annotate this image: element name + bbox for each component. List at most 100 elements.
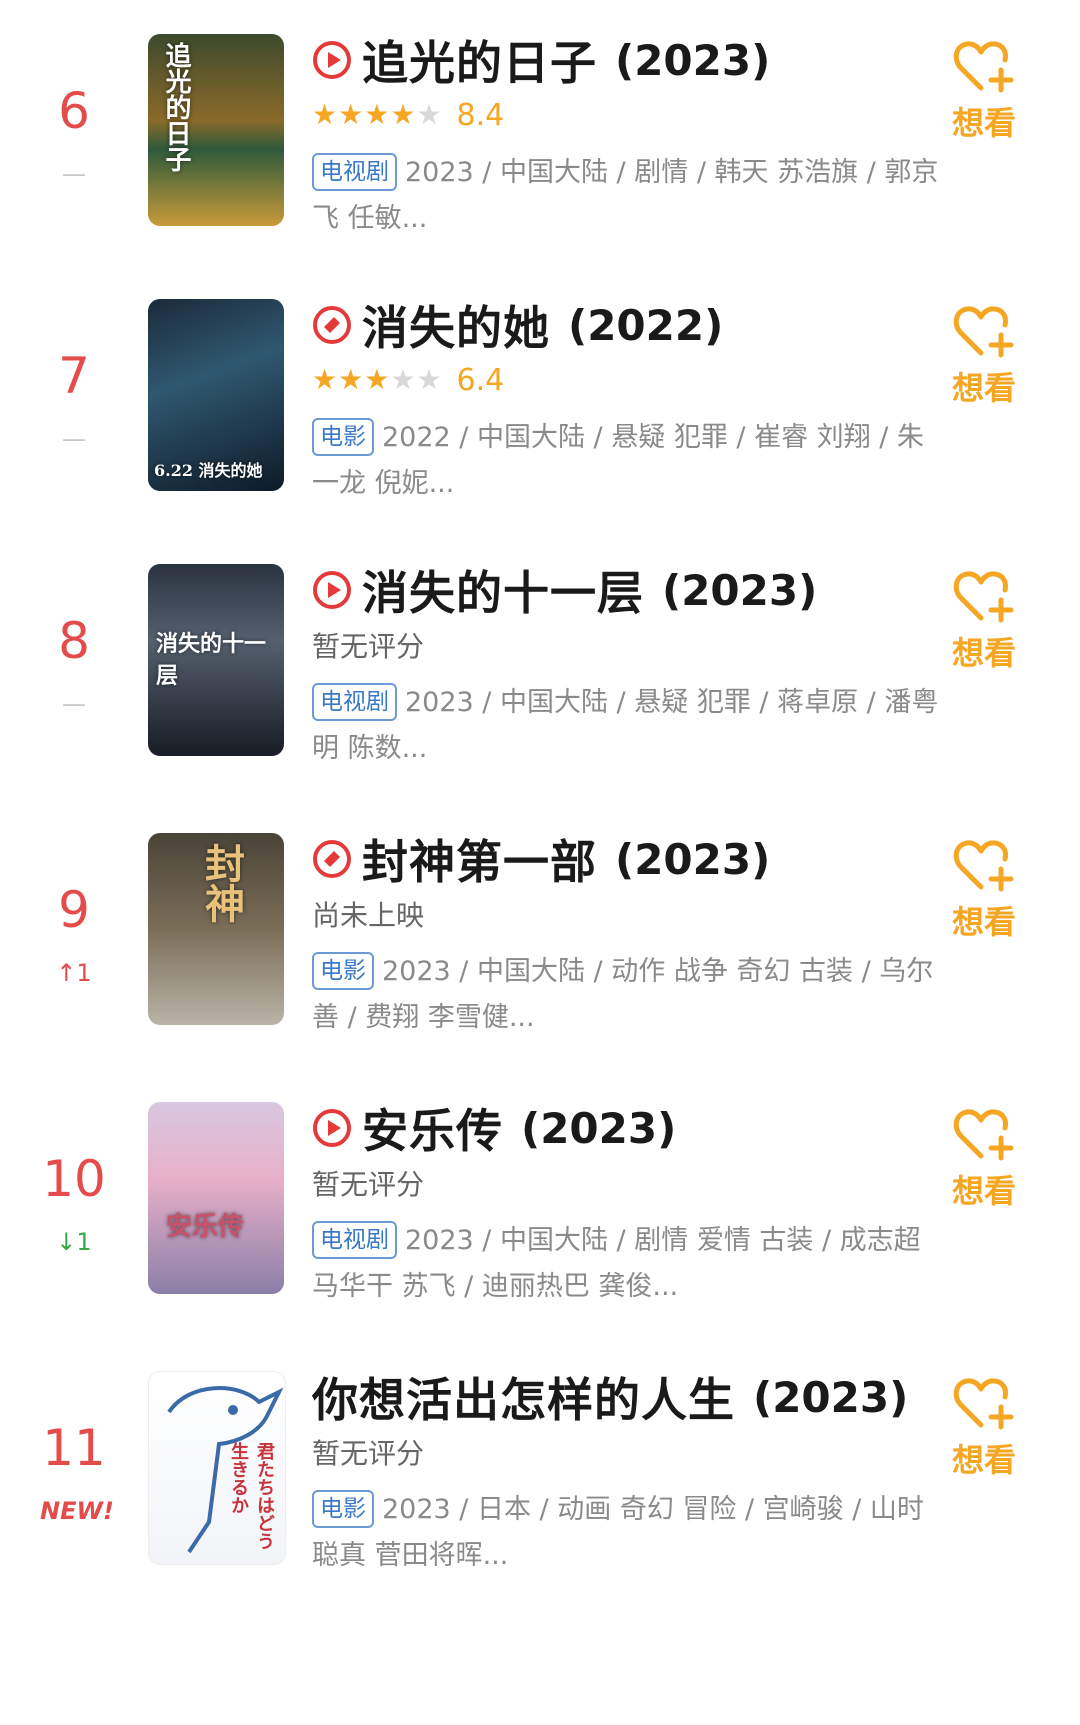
want-button[interactable]: 想看 xyxy=(944,38,1024,144)
list-item[interactable]: 10 ↓1 安乐传 安乐传 (2023) 暂无评分 电视剧 2023 / 中国大陆… xyxy=(0,1098,1080,1358)
star-icon: ★ xyxy=(312,363,338,396)
want-label: 想看 xyxy=(951,1441,1016,1479)
rank-change: — xyxy=(62,160,86,188)
meta-text: 2022 / 中国大陆 / 悬疑 犯罪 / 崔睿 刘翔 / 朱一龙 倪妮... xyxy=(312,422,924,499)
rank: 7 — xyxy=(40,351,108,453)
star-icon: ★ xyxy=(364,98,390,131)
no-rating-text: 暂无评分 xyxy=(312,1168,425,1201)
meta-text: 2023 / 中国大陆 / 剧情 爱情 古装 / 成志超 马华干 苏飞 / 迪丽… xyxy=(312,1225,921,1302)
item-meta: 电影 2023 / 中国大陆 / 动作 战争 奇幻 古装 / 乌尔善 / 费翔 李… xyxy=(312,949,942,1041)
poster-image[interactable]: 安乐传 xyxy=(148,1102,284,1294)
list-item[interactable]: 6 — 追光的日子 追光的日子 (2023) ★ ★ ★ ★ ★ 8.4 电视剧… xyxy=(0,30,1080,290)
want-button[interactable]: 想看 xyxy=(944,303,1024,409)
star-icon: ★ xyxy=(338,98,364,131)
star-icon: ★ xyxy=(390,98,416,131)
rating: ★ ★ ★ ★ ★ 8.4 xyxy=(312,92,932,138)
score: 6.4 xyxy=(456,362,505,398)
poster-title-text: 君たちはどう生きるか xyxy=(228,1442,275,1550)
want-button[interactable]: 想看 xyxy=(944,568,1024,674)
poster-title-text: 安乐传 xyxy=(166,1212,245,1242)
no-rating-text: 暂无评分 xyxy=(312,1437,425,1470)
item-title[interactable]: 消失的她 xyxy=(362,292,550,358)
new-badge: NEW! xyxy=(40,1497,114,1525)
poster-image[interactable]: 追光的日子 xyxy=(148,34,284,226)
heart-plus-icon xyxy=(953,306,1014,358)
list-item[interactable]: 7 — 6.22 消失的她 消失的她 (2022) ★ ★ ★ ★ ★ 6.4 … xyxy=(0,295,1080,555)
rating: 暂无评分 xyxy=(312,1429,932,1475)
star-icon: ★ xyxy=(338,363,364,396)
poster-image[interactable]: 消失的十一层 xyxy=(148,564,284,756)
rank-number: 10 xyxy=(42,1150,106,1208)
want-button[interactable]: 想看 xyxy=(944,1375,1024,1481)
rank: 11 NEW! xyxy=(40,1419,114,1525)
heart-plus-icon xyxy=(953,571,1014,623)
type-tag: 电影 xyxy=(312,952,374,990)
item-title[interactable]: 你想活出怎样的人生 xyxy=(312,1364,735,1430)
play-icon[interactable] xyxy=(312,570,352,610)
star-icon: ★ xyxy=(416,363,442,396)
heart-plus-icon xyxy=(953,840,1014,892)
meta-text: 2023 / 日本 / 动画 奇幻 冒险 / 宫崎骏 / 山时聪真 菅田将晖..… xyxy=(312,1494,924,1571)
no-rating-text: 尚未上映 xyxy=(312,899,425,932)
poster-title-text: 封神 xyxy=(198,843,245,923)
meta-text: 2023 / 中国大陆 / 剧情 / 韩天 苏浩旗 / 郭京飞 任敏... xyxy=(312,157,939,234)
rating: ★ ★ ★ ★ ★ 6.4 xyxy=(312,357,932,403)
want-label: 想看 xyxy=(951,903,1016,941)
rank-number: 11 xyxy=(42,1419,106,1477)
want-button[interactable]: 想看 xyxy=(944,1106,1024,1212)
item-year: (2023) xyxy=(521,1103,677,1153)
item-title[interactable]: 追光的日子 xyxy=(362,27,597,93)
want-button[interactable]: 想看 xyxy=(944,837,1024,943)
want-label: 想看 xyxy=(951,634,1016,672)
score: 8.4 xyxy=(456,97,505,133)
ticket-icon[interactable] xyxy=(312,839,352,879)
type-tag: 电视剧 xyxy=(312,153,397,191)
star-icon: ★ xyxy=(416,98,442,131)
list-item[interactable]: 8 — 消失的十一层 消失的十一层 (2023) 暂无评分 电视剧 2023 / … xyxy=(0,560,1080,820)
want-label: 想看 xyxy=(951,369,1016,407)
item-year: (2023) xyxy=(615,834,771,884)
rating: 尚未上映 xyxy=(312,891,932,937)
star-rating: ★ ★ ★ ★ ★ xyxy=(312,101,443,129)
type-tag: 电视剧 xyxy=(312,683,397,721)
rank-change: — xyxy=(62,690,86,718)
poster-title-text: 追光的日子 xyxy=(161,42,191,172)
list-item[interactable]: 9 ↑1 封神 封神第一部 (2023) 尚未上映 电影 2023 / 中国大陆 … xyxy=(0,829,1080,1089)
want-label: 想看 xyxy=(951,1172,1016,1210)
item-info: 追光的日子 (2023) ★ ★ ★ ★ ★ 8.4 电视剧 2023 / 中国大… xyxy=(312,27,938,242)
item-year: (2023) xyxy=(753,1372,909,1422)
play-icon[interactable] xyxy=(312,1108,352,1148)
type-tag: 电视剧 xyxy=(312,1221,397,1259)
poster-image[interactable]: 6.22 消失的她 xyxy=(148,299,284,491)
poster-title-text: 消失的十一层 xyxy=(156,631,267,689)
play-icon[interactable] xyxy=(312,40,352,80)
list-item[interactable]: 11 NEW! 君たちはどう生きるか 你想活出怎样的人生 (2023) 暂无评分… xyxy=(0,1367,1080,1725)
item-info: 封神第一部 (2023) 尚未上映 电影 2023 / 中国大陆 / 动作 战争 … xyxy=(312,826,933,1041)
meta-text: 2023 / 中国大陆 / 动作 战争 奇幻 古装 / 乌尔善 / 费翔 李雪健… xyxy=(312,956,934,1033)
item-year: (2023) xyxy=(615,35,771,85)
type-tag: 电影 xyxy=(312,418,374,456)
item-year: (2022) xyxy=(568,300,724,350)
item-title[interactable]: 封神第一部 xyxy=(362,826,597,892)
rank-number: 8 xyxy=(58,612,90,670)
heart-plus-icon xyxy=(953,41,1014,93)
item-meta: 电视剧 2023 / 中国大陆 / 剧情 爱情 古装 / 成志超 马华干 苏飞 /… xyxy=(312,1218,942,1310)
heart-plus-icon xyxy=(953,1109,1014,1161)
star-rating: ★ ★ ★ ★ ★ xyxy=(312,366,443,394)
item-info: 消失的十一层 (2023) 暂无评分 电视剧 2023 / 中国大陆 / 悬疑 犯… xyxy=(312,557,938,772)
rank: 8 — xyxy=(40,616,108,718)
rank-number: 7 xyxy=(58,347,90,405)
type-tag: 电影 xyxy=(312,1490,374,1528)
rank-change: ↓1 xyxy=(56,1228,92,1256)
poster-image[interactable]: 君たちはどう生きるか xyxy=(148,1371,286,1565)
item-title[interactable]: 消失的十一层 xyxy=(362,557,644,623)
item-title[interactable]: 安乐传 xyxy=(362,1095,503,1161)
poster-image[interactable]: 封神 xyxy=(148,833,284,1025)
item-info: 安乐传 (2023) 暂无评分 电视剧 2023 / 中国大陆 / 剧情 爱情 古… xyxy=(312,1098,932,1310)
rank: 10 ↓1 xyxy=(40,1154,108,1256)
ticket-icon[interactable] xyxy=(312,305,352,345)
item-meta: 电影 2022 / 中国大陆 / 悬疑 犯罪 / 崔睿 刘翔 / 朱一龙 倪妮..… xyxy=(312,415,942,507)
item-meta: 电视剧 2023 / 中国大陆 / 剧情 / 韩天 苏浩旗 / 郭京飞 任敏... xyxy=(312,150,942,242)
want-label: 想看 xyxy=(951,104,1016,142)
item-info: 消失的她 (2022) ★ ★ ★ ★ ★ 6.4 电影 2022 / 中国大陆 … xyxy=(312,295,932,507)
